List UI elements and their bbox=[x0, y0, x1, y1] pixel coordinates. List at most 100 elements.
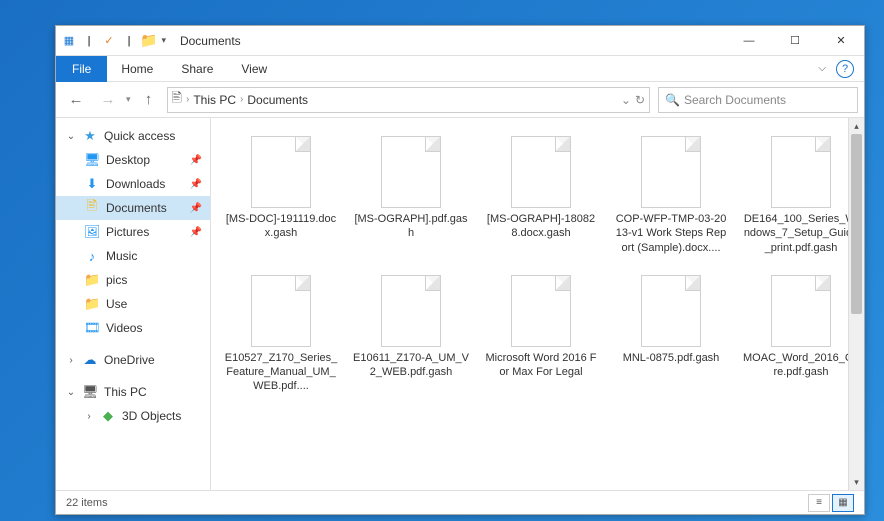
expand-icon[interactable]: ⌄ bbox=[66, 387, 76, 398]
onedrive-icon: ☁ bbox=[82, 352, 98, 368]
nav-label: Desktop bbox=[106, 153, 150, 167]
nav-use[interactable]: 📁 Use bbox=[56, 292, 210, 316]
up-button[interactable]: ↑ bbox=[135, 86, 163, 114]
file-icon bbox=[641, 136, 701, 208]
nav-label: pics bbox=[106, 273, 127, 287]
forward-button[interactable]: → bbox=[94, 86, 122, 114]
nav-pictures[interactable]: 🖼 Pictures 📌 bbox=[56, 220, 210, 244]
tab-view[interactable]: View bbox=[227, 56, 281, 82]
nav-downloads[interactable]: ⬇ Downloads 📌 bbox=[56, 172, 210, 196]
breadcrumb-part[interactable]: This PC bbox=[193, 93, 236, 107]
nav-onedrive[interactable]: › ☁ OneDrive bbox=[56, 348, 210, 372]
music-icon: ♪ bbox=[84, 249, 100, 264]
minimize-button[interactable]: — bbox=[726, 26, 772, 56]
file-item[interactable]: COP-WFP-TMP-03-2013-v1 Work Steps Report… bbox=[611, 132, 731, 259]
file-item[interactable]: DE164_100_Series_Windows_7_Setup_Guide_p… bbox=[741, 132, 861, 259]
help-button[interactable]: ? bbox=[836, 60, 854, 78]
pin-icon: 📌 bbox=[190, 179, 202, 190]
vertical-scrollbar[interactable]: ▴ ▾ bbox=[848, 118, 864, 490]
expand-icon[interactable]: ⌄ bbox=[66, 131, 76, 142]
nav-music[interactable]: ♪ Music bbox=[56, 244, 210, 268]
chevron-down-icon[interactable]: ⌄ bbox=[621, 93, 631, 107]
file-grid: [MS-DOC]-191119.docx.gash [MS-OGRAPH].pd… bbox=[221, 132, 854, 398]
nav-label: Documents bbox=[106, 201, 167, 215]
file-name: [MS-OGRAPH].pdf.gash bbox=[353, 212, 469, 241]
navigation-row: ← → ▾ ↑ 🖹 › This PC › Documents ⌄ ↻ 🔍 Se… bbox=[56, 82, 864, 118]
file-icon bbox=[511, 275, 571, 347]
file-icon bbox=[381, 136, 441, 208]
expand-icon[interactable]: › bbox=[66, 355, 76, 366]
nav-quick-access[interactable]: ⌄ ★ Quick access bbox=[56, 124, 210, 148]
file-name: DE164_100_Series_Windows_7_Setup_Guide_p… bbox=[743, 212, 859, 255]
nav-3d-objects[interactable]: › ◆ 3D Objects bbox=[56, 404, 210, 428]
file-name: E10611_Z170-A_UM_V2_WEB.pdf.gash bbox=[353, 351, 469, 380]
file-icon bbox=[251, 275, 311, 347]
file-name: [MS-OGRAPH]-180828.docx.gash bbox=[483, 212, 599, 241]
qat-dropdown-icon[interactable]: ▾ bbox=[161, 35, 166, 46]
tab-file[interactable]: File bbox=[56, 56, 107, 82]
nav-label: Music bbox=[106, 249, 137, 263]
qat-separator: | bbox=[120, 32, 138, 50]
scroll-up-icon[interactable]: ▴ bbox=[849, 118, 864, 134]
close-button[interactable]: ✕ bbox=[818, 26, 864, 56]
file-name: Microsoft Word 2016 For Max For Legal bbox=[483, 351, 599, 380]
breadcrumb-doc-icon: 🖹 bbox=[172, 89, 182, 111]
tab-share[interactable]: Share bbox=[167, 56, 227, 82]
qat-properties-icon[interactable]: ▦ bbox=[60, 32, 78, 50]
folder-icon: 📁 bbox=[84, 296, 100, 312]
nav-label: Downloads bbox=[106, 177, 165, 191]
explorer-window: ▦ | ✓ | 📁 ▾ Documents — ☐ ✕ File Home Sh… bbox=[55, 25, 865, 515]
icons-view-button[interactable]: ▦ bbox=[832, 494, 854, 512]
search-icon: 🔍 bbox=[665, 93, 680, 107]
file-item[interactable]: E10527_Z170_Series_Feature_Manual_UM_WEB… bbox=[221, 271, 341, 398]
file-item[interactable]: [MS-DOC]-191119.docx.gash bbox=[221, 132, 341, 259]
breadcrumb-part[interactable]: Documents bbox=[247, 93, 308, 107]
search-placeholder: Search Documents bbox=[684, 93, 786, 107]
expand-icon[interactable]: › bbox=[84, 411, 94, 422]
documents-icon: 🖹 bbox=[84, 197, 100, 219]
window-title: Documents bbox=[180, 34, 241, 48]
scroll-thumb[interactable] bbox=[851, 134, 862, 314]
recent-locations-icon[interactable]: ▾ bbox=[126, 94, 131, 105]
file-item[interactable]: [MS-OGRAPH].pdf.gash bbox=[351, 132, 471, 259]
qat-separator: | bbox=[80, 32, 98, 50]
nav-videos[interactable]: 🎞 Videos bbox=[56, 316, 210, 340]
nav-pics[interactable]: 📁 pics bbox=[56, 268, 210, 292]
details-view-button[interactable]: ≡ bbox=[808, 494, 830, 512]
file-icon bbox=[381, 275, 441, 347]
file-name: MOAC_Word_2016_Core.pdf.gash bbox=[743, 351, 859, 380]
desktop-icon: 🖥 bbox=[84, 152, 100, 168]
qat-new-icon[interactable]: ✓ bbox=[100, 32, 118, 50]
file-name: [MS-DOC]-191119.docx.gash bbox=[223, 212, 339, 241]
refresh-icon[interactable]: ↻ bbox=[635, 93, 645, 107]
file-item[interactable]: Microsoft Word 2016 For Max For Legal bbox=[481, 271, 601, 398]
file-item[interactable]: E10611_Z170-A_UM_V2_WEB.pdf.gash bbox=[351, 271, 471, 398]
scroll-down-icon[interactable]: ▾ bbox=[849, 474, 864, 490]
pin-icon: 📌 bbox=[190, 227, 202, 238]
breadcrumb[interactable]: 🖹 › This PC › Documents ⌄ ↻ bbox=[167, 87, 650, 113]
file-icon bbox=[771, 275, 831, 347]
nav-documents[interactable]: 🖹 Documents 📌 bbox=[56, 196, 210, 220]
file-item[interactable]: MOAC_Word_2016_Core.pdf.gash bbox=[741, 271, 861, 398]
videos-icon: 🎞 bbox=[84, 320, 100, 336]
search-input[interactable]: 🔍 Search Documents bbox=[658, 87, 858, 113]
nav-this-pc[interactable]: ⌄ 🖥 This PC bbox=[56, 380, 210, 404]
3d-icon: ◆ bbox=[100, 408, 116, 424]
pictures-icon: 🖼 bbox=[84, 224, 100, 240]
navigation-pane: ⌄ ★ Quick access 🖥 Desktop 📌 ⬇ Downloads… bbox=[56, 118, 211, 490]
maximize-button[interactable]: ☐ bbox=[772, 26, 818, 56]
folder-icon: 📁 bbox=[140, 32, 157, 49]
content-pane[interactable]: [MS-DOC]-191119.docx.gash [MS-OGRAPH].pd… bbox=[211, 118, 864, 490]
ribbon-collapse-icon[interactable]: ⌵ bbox=[818, 63, 826, 74]
file-icon bbox=[251, 136, 311, 208]
pc-icon: 🖥 bbox=[82, 384, 98, 400]
file-icon bbox=[641, 275, 701, 347]
tab-home[interactable]: Home bbox=[107, 56, 167, 82]
file-item[interactable]: MNL-0875.pdf.gash bbox=[611, 271, 731, 398]
nav-desktop[interactable]: 🖥 Desktop 📌 bbox=[56, 148, 210, 172]
file-name: MNL-0875.pdf.gash bbox=[613, 351, 729, 365]
back-button[interactable]: ← bbox=[62, 86, 90, 114]
pin-icon: 📌 bbox=[190, 203, 202, 214]
file-item[interactable]: [MS-OGRAPH]-180828.docx.gash bbox=[481, 132, 601, 259]
file-name: COP-WFP-TMP-03-2013-v1 Work Steps Report… bbox=[613, 212, 729, 255]
